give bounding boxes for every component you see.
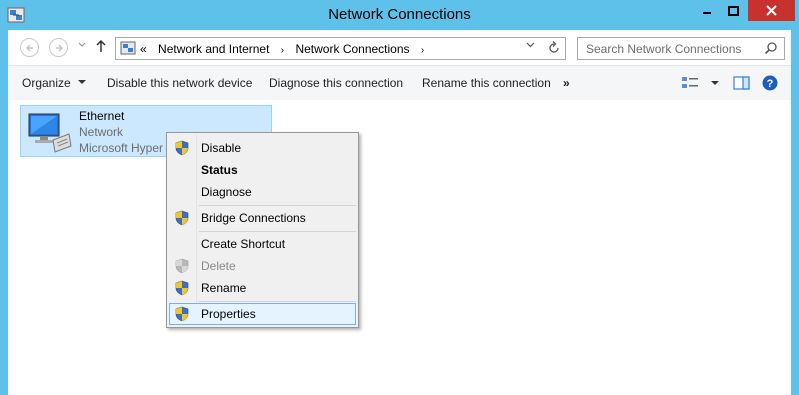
minimize-icon — [702, 11, 711, 14]
menu-item-status[interactable]: Status — [169, 159, 356, 181]
breadcrumb-separator[interactable]: › — [281, 45, 284, 56]
maximize-button[interactable] — [720, 0, 747, 21]
view-dropdown-arrow-icon[interactable] — [711, 81, 719, 85]
address-dropdown-chevron-icon[interactable] — [526, 42, 535, 48]
breadcrumb-network-connections[interactable]: Network Connections — [295, 42, 409, 56]
menu-item-label: Delete — [201, 259, 236, 273]
organize-dropdown-arrow-icon[interactable] — [78, 80, 86, 84]
breadcrumb-separator[interactable]: › — [421, 45, 424, 56]
minimize-button[interactable] — [693, 0, 720, 21]
window-title: Network Connections — [328, 6, 471, 23]
command-bar: Organize Disable this network device Dia… — [8, 65, 791, 100]
maximize-icon — [728, 5, 739, 16]
menu-item-label: Disable — [201, 141, 242, 155]
menu-item-label: Rename — [201, 281, 247, 295]
more-commands-button[interactable]: » — [563, 76, 570, 90]
uac-shield-icon — [175, 210, 189, 226]
network-folder-icon — [120, 41, 136, 55]
svg-text:?: ? — [767, 78, 774, 90]
menu-separator — [199, 301, 356, 302]
uac-shield-icon — [175, 140, 189, 156]
menu-item-diagnose[interactable]: Diagnose — [169, 181, 356, 203]
disable-network-device-button[interactable]: Disable this network device — [107, 76, 252, 90]
menu-item-delete: Delete — [169, 255, 356, 277]
diagnose-connection-button[interactable]: Diagnose this connection — [269, 76, 403, 90]
uac-shield-icon — [175, 306, 189, 322]
rename-connection-button[interactable]: Rename this connection — [422, 76, 551, 90]
refresh-icon[interactable] — [547, 40, 561, 56]
navigation-bar: « Network and Internet › Network Connect… — [8, 30, 791, 65]
network-adapter-icon — [28, 113, 72, 153]
menu-item-label: Properties — [201, 307, 256, 321]
adapter-status: Network — [79, 125, 124, 139]
back-button[interactable] — [20, 38, 39, 57]
menu-item-label: Status — [201, 163, 238, 177]
title-bar[interactable]: Network Connections — [0, 0, 799, 30]
search-input[interactable]: Search Network Connections — [577, 37, 785, 60]
breadcrumb: « Network and Internet › Network Connect… — [140, 42, 432, 56]
forward-arrow-icon — [55, 44, 63, 51]
close-button[interactable] — [748, 0, 795, 21]
address-bar[interactable]: « Network and Internet › Network Connect… — [115, 37, 566, 60]
search-icon[interactable] — [764, 41, 778, 55]
adapter-name: Ethernet — [79, 109, 125, 123]
file-list-area[interactable]: Ethernet Network Microsoft Hyper — [8, 100, 791, 395]
menu-item-rename[interactable]: Rename — [169, 277, 356, 299]
menu-item-create-shortcut[interactable]: Create Shortcut — [169, 233, 356, 255]
up-arrow-icon[interactable] — [95, 39, 107, 53]
menu-item-label: Create Shortcut — [201, 237, 286, 251]
close-icon — [766, 5, 777, 16]
uac-shield-icon — [175, 280, 189, 296]
adapter-device-name: Microsoft Hyper — [79, 141, 164, 155]
uac-shield-icon — [175, 258, 189, 274]
breadcrumb-overflow[interactable]: « — [140, 42, 147, 56]
search-placeholder: Search Network Connections — [586, 42, 742, 56]
breadcrumb-network-and-internet[interactable]: Network and Internet — [158, 42, 269, 56]
preview-pane-icon[interactable] — [733, 75, 750, 91]
explorer-window: Network Connections « Network and Intern… — [0, 0, 799, 395]
context-menu: Disable Status Diagnose Bridge Connectio… — [166, 132, 359, 328]
organize-button[interactable]: Organize — [22, 76, 71, 90]
help-icon[interactable]: ? — [762, 75, 778, 91]
menu-separator — [199, 205, 356, 206]
menu-separator — [199, 231, 356, 232]
menu-item-disable[interactable]: Disable — [169, 137, 356, 159]
back-arrow-icon — [25, 44, 33, 51]
menu-item-label: Diagnose — [201, 185, 252, 199]
menu-item-label: Bridge Connections — [201, 211, 306, 225]
menu-item-properties[interactable]: Properties — [169, 303, 356, 325]
recent-locations-chevron-icon[interactable] — [78, 42, 86, 48]
menu-item-bridge-connections[interactable]: Bridge Connections — [169, 207, 356, 229]
forward-button[interactable] — [49, 38, 68, 57]
change-view-icon[interactable] — [681, 75, 699, 91]
